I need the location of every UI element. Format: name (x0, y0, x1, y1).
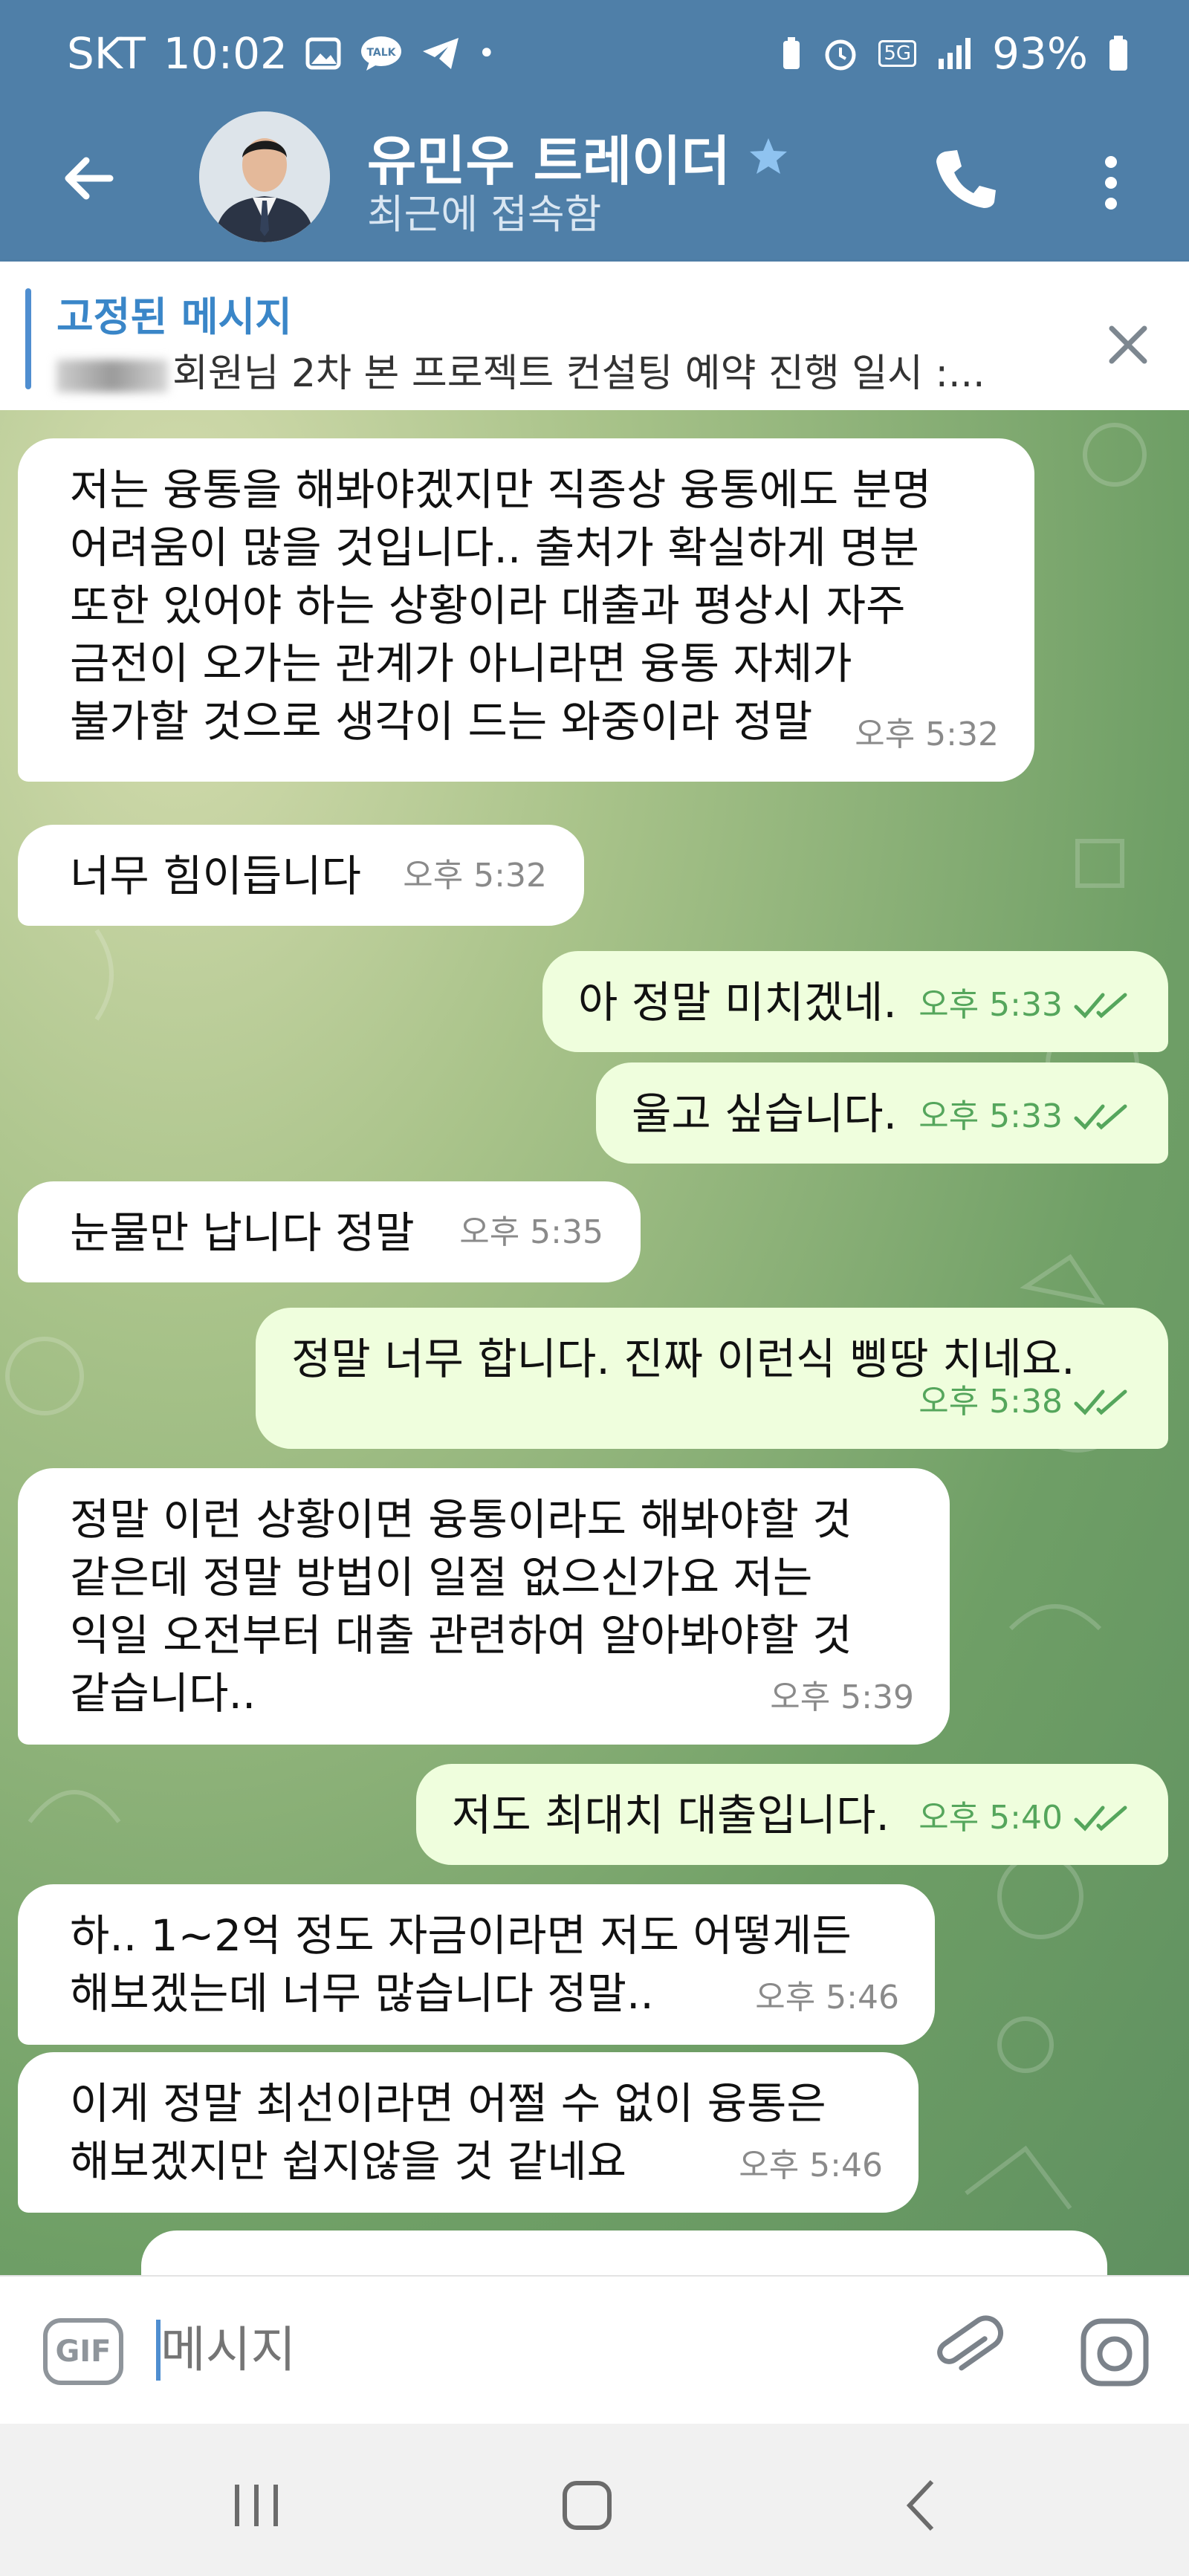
message-time: 오후 5:35 (459, 1213, 603, 1251)
camera-icon[interactable] (1078, 2315, 1152, 2390)
read-receipt-icon (1074, 1806, 1127, 1832)
message-bubble-outgoing[interactable]: 아 정말 미치겠네. 오후 5:33 (542, 951, 1168, 1052)
message-bubble-incoming[interactable]: 저는 융통을 해봐야겠지만 직종상 융통에도 분명 어려움이 많을 것입니다..… (18, 438, 1034, 782)
last-seen-status: 최근에 접속함 (367, 191, 602, 238)
home-icon[interactable] (550, 2468, 624, 2543)
message-time: 오후 5:33 (919, 986, 1063, 1024)
avatar[interactable] (199, 111, 330, 242)
phone-icon[interactable] (929, 141, 1003, 215)
battery-percent: 93% (992, 28, 1088, 79)
more-options-icon[interactable] (1085, 146, 1137, 220)
message-time: 오후 5:46 (739, 2147, 883, 2184)
back-arrow-icon[interactable] (52, 141, 126, 215)
battery-saver-icon (783, 37, 800, 69)
message-time: 오후 5:39 (770, 1678, 914, 1716)
message-time: 오후 5:32 (855, 716, 999, 753)
pinned-indicator (25, 288, 31, 389)
alarm-icon (825, 39, 856, 71)
carrier-label: SKT (67, 28, 146, 79)
message-time: 오후 5:32 (403, 857, 547, 895)
top-bar: SKT 10:02 TALK • 5G 93% 유민우 트레이더 최근에 접속함 (0, 0, 1189, 262)
system-back-icon[interactable] (884, 2468, 959, 2543)
avatar-portrait-icon (199, 111, 330, 242)
clock: 10:02 (163, 28, 288, 79)
message-time: 오후 5:33 (919, 1097, 1063, 1135)
status-bar: SKT 10:02 TALK • 5G 93% (0, 0, 1189, 111)
recent-apps-icon[interactable] (219, 2468, 294, 2543)
dot-icon: • (477, 36, 496, 71)
signal-icon (939, 38, 971, 69)
message-bubble-incoming[interactable]: 너무 힘이듭니다 오후 5:32 (18, 825, 584, 926)
chat-header: 유민우 트레이더 최근에 접속함 (0, 111, 1189, 262)
svg-text:TALK: TALK (366, 47, 396, 59)
message-composer: GIF (0, 2275, 1189, 2424)
gallery-icon (305, 37, 341, 70)
pinned-message[interactable]: 고정된 메시지 회원님 2차 본 프로젝트 컨설팅 예약 진행 일시 :... (0, 262, 1189, 410)
network-type-label: 5G (878, 40, 917, 67)
message-input[interactable] (161, 2312, 904, 2387)
blurred-name (56, 360, 168, 392)
message-bubble-incoming[interactable]: 하.. 1~2억 정도 자금이라면 저도 어떻게든 해보겠는데 너무 많습니다 … (18, 1884, 935, 2045)
read-receipt-icon (1074, 1389, 1127, 1415)
pinned-title: 고정된 메시지 (56, 293, 292, 340)
close-icon[interactable] (1098, 315, 1158, 374)
pinned-text-row: 회원님 2차 본 프로젝트 컨설팅 예약 진행 일시 :... (56, 342, 985, 398)
chat-area[interactable]: 저는 융통을 해봐야겠지만 직종상 융통에도 분명 어려움이 많을 것입니다..… (0, 410, 1189, 2275)
message-bubble-incoming-partial[interactable] (141, 2231, 1107, 2275)
message-bubble-incoming[interactable]: 정말 이런 상황이면 융통이라도 해봐야할 것 같은데 정말 방법이 일절 없으… (18, 1468, 950, 1745)
read-receipt-icon (1074, 1104, 1127, 1130)
message-bubble-outgoing[interactable]: 울고 싶습니다. 오후 5:33 (596, 1062, 1168, 1164)
message-bubble-outgoing[interactable]: 정말 너무 합니다. 진짜 이런식 삥땅 치네요. 오후 5:38 (256, 1308, 1168, 1449)
attach-icon[interactable] (930, 2314, 1005, 2388)
message-bubble-outgoing[interactable]: 저도 최대치 대출입니다. 오후 5:40 (416, 1764, 1168, 1865)
message-bubble-incoming[interactable]: 이게 정말 최선이라면 어쩔 수 없이 융통은 해보겠지만 쉽지않을 것 같네요… (18, 2052, 919, 2213)
gif-button[interactable]: GIF (43, 2318, 123, 2385)
telegram-icon (422, 38, 459, 69)
read-receipt-icon (1074, 993, 1127, 1019)
message-time: 오후 5:46 (755, 1979, 899, 2017)
message-bubble-incoming[interactable]: 눈물만 납니다 정말 오후 5:35 (18, 1181, 641, 1282)
battery-icon (1109, 36, 1127, 71)
pinned-text: 회원님 2차 본 프로젝트 컨설팅 예약 진행 일시 :... (172, 351, 985, 396)
talk-icon: TALK (360, 36, 401, 71)
message-time: 오후 5:40 (919, 1799, 1063, 1837)
premium-star-icon (749, 137, 787, 174)
message-time: 오후 5:38 (919, 1383, 1063, 1421)
system-nav-bar (0, 2424, 1189, 2576)
